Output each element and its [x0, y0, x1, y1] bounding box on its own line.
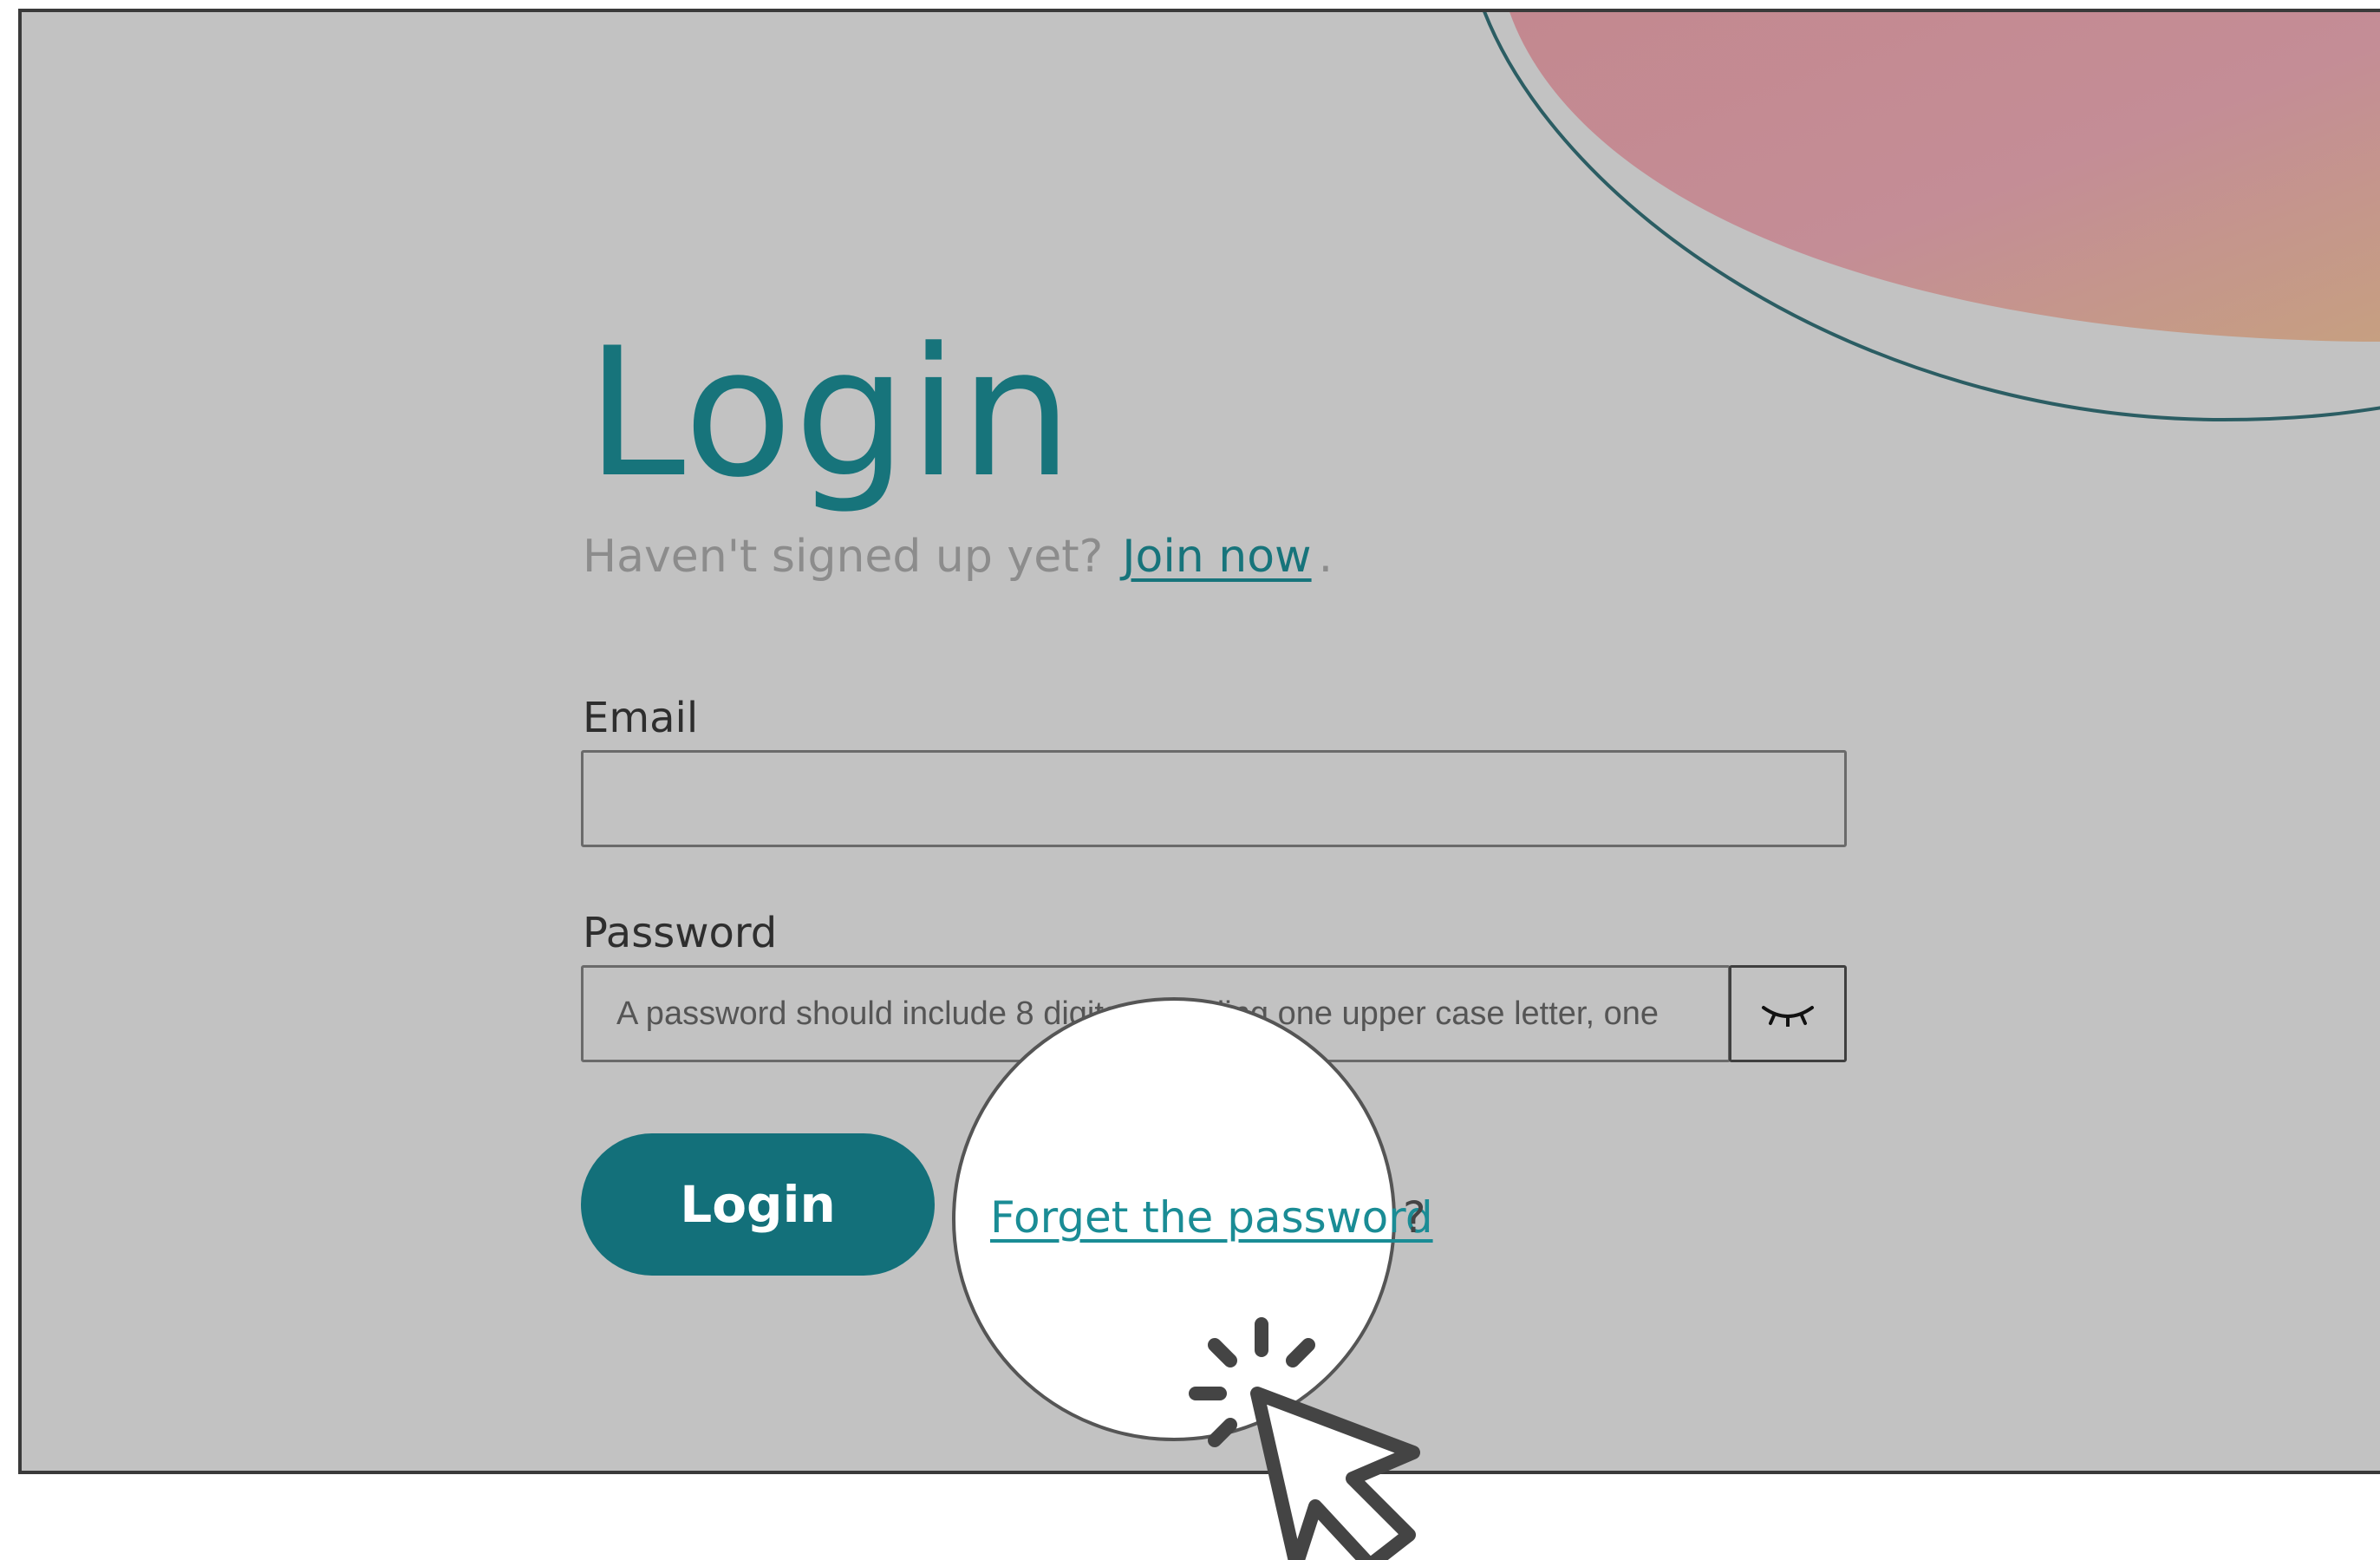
eye-closed-icon [1762, 1006, 1814, 1027]
cursor-arrow [1250, 1387, 1420, 1560]
join-now-link[interactable]: Join now [1122, 531, 1311, 583]
show-password-button[interactable] [1729, 965, 1847, 1062]
signup-prompt-text: Haven't signed up yet? [583, 531, 1104, 583]
email-label: Email [583, 694, 699, 742]
pointer-cursor-icon [1189, 1317, 1420, 1560]
decorative-blob [1510, 12, 2380, 342]
page-title: Login [586, 310, 1075, 517]
email-field[interactable] [581, 750, 1847, 847]
login-button[interactable]: Login [581, 1133, 935, 1276]
signup-period: . [1318, 531, 1333, 583]
signup-prompt: Haven't signed up yet? Join now. [583, 531, 1333, 583]
forgot-password-link[interactable]: Forget the password [990, 1192, 1433, 1243]
forgot-password-suffix: ? [1403, 1192, 1426, 1243]
password-label: Password [583, 909, 778, 957]
